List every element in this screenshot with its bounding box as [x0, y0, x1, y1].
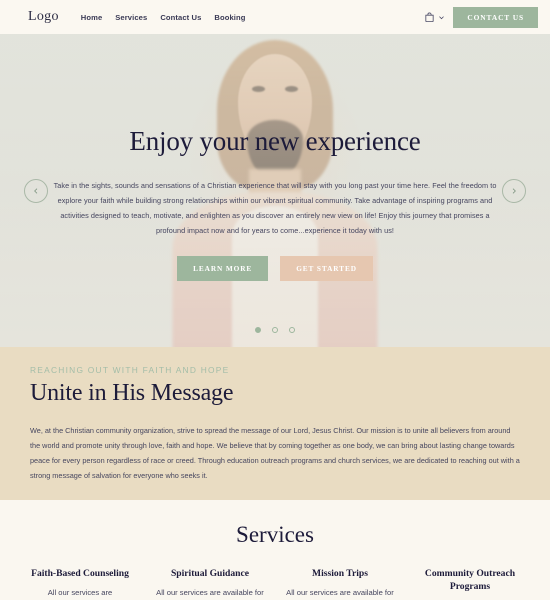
- nav-item-contact-us[interactable]: Contact Us: [160, 13, 201, 22]
- landing-page: Logo Home Services Contact Us Booking CO…: [0, 0, 550, 600]
- service-name: Spiritual Guidance: [170, 568, 250, 579]
- hero-paragraph: Take in the sights, sounds and sensation…: [53, 181, 497, 236]
- service-card-faith-based-counseling[interactable]: Faith-Based Counseling All our services …: [22, 568, 138, 600]
- services-grid: Faith-Based Counseling All our services …: [22, 568, 528, 600]
- chevron-left-icon: [34, 187, 38, 194]
- service-name: Mission Trips: [312, 568, 368, 579]
- service-card-spiritual-guidance[interactable]: Spiritual Guidance All our services are …: [152, 568, 268, 600]
- nav-item-home[interactable]: Home: [81, 13, 103, 22]
- site-header: Logo Home Services Contact Us Booking CO…: [0, 0, 550, 34]
- services-title: Services: [236, 522, 314, 547]
- learn-more-button[interactable]: LEARN MORE: [177, 256, 269, 282]
- site-logo[interactable]: Logo: [28, 9, 59, 25]
- services-section: Services Faith-Based Counseling All our …: [0, 500, 550, 600]
- hero-buttons: LEARN MORE GET STARTED: [177, 256, 373, 282]
- service-card-mission-trips[interactable]: Mission Trips All our services are avail…: [282, 568, 398, 600]
- about-eyebrow: REACHING OUT WITH FAITH AND HOPE: [30, 365, 230, 375]
- service-description: All our services are available for you a…: [156, 587, 264, 600]
- about-paragraph: We, at the Christian community organizat…: [30, 426, 520, 481]
- carousel-next-button[interactable]: [502, 178, 526, 203]
- carousel-dot-1[interactable]: [255, 327, 261, 333]
- service-name: Faith-Based Counseling: [31, 568, 129, 579]
- nav-item-services[interactable]: Services: [115, 13, 147, 22]
- carousel-prev-button[interactable]: [24, 178, 48, 203]
- carousel-dots: [0, 327, 550, 333]
- about-title: Unite in His Message: [30, 380, 234, 406]
- service-description: All our services are available for you a…: [286, 587, 394, 600]
- header-actions: CONTACT US: [424, 6, 538, 28]
- chevron-down-icon[interactable]: [438, 14, 445, 21]
- hero-carousel: Enjoy your new experience Take in the si…: [0, 34, 550, 347]
- service-card-community-outreach-programs[interactable]: Community Outreach Programs All our serv…: [412, 568, 528, 600]
- service-name: Community Outreach Programs: [424, 568, 516, 592]
- nav-item-booking[interactable]: Booking: [214, 13, 245, 22]
- hero-title: Enjoy your new experience: [129, 126, 421, 156]
- hero-content: Enjoy your new experience Take in the si…: [0, 34, 550, 347]
- main-navigation: Home Services Contact Us Booking: [81, 13, 246, 22]
- chevron-right-icon: [512, 187, 516, 194]
- get-started-button[interactable]: GET STARTED: [280, 256, 373, 282]
- about-section: REACHING OUT WITH FAITH AND HOPE Unite i…: [0, 347, 550, 500]
- carousel-dot-2[interactable]: [272, 327, 278, 333]
- service-description: All our services are: [47, 587, 113, 597]
- shopping-bag-icon[interactable]: [424, 12, 435, 23]
- carousel-dot-3[interactable]: [289, 327, 295, 333]
- contact-us-button[interactable]: CONTACT US: [453, 6, 538, 28]
- cart-menu[interactable]: [424, 12, 445, 23]
